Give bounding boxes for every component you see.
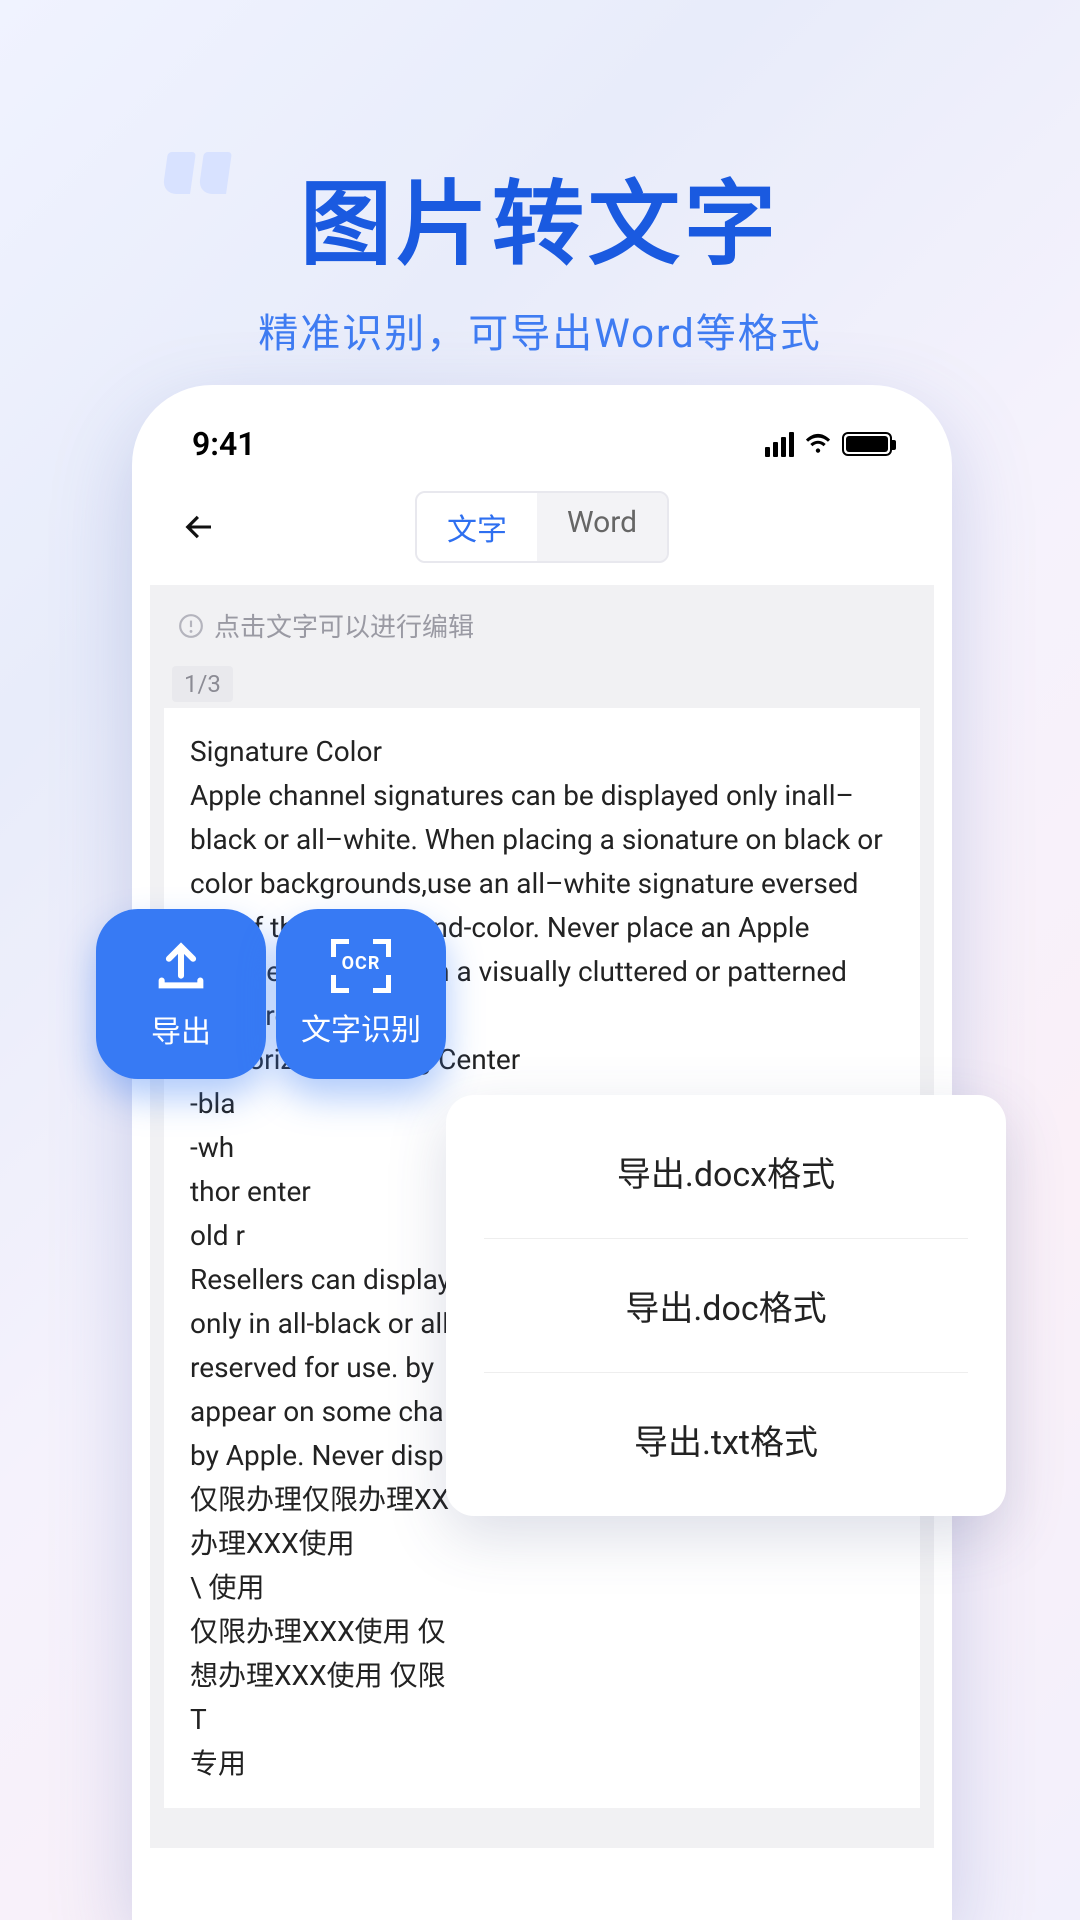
ocr-button[interactable]: OCR 文字识别 — [276, 909, 446, 1079]
export-option-docx[interactable]: 导出.docx格式 — [484, 1105, 968, 1239]
segmented-control: 文字 Word — [415, 491, 669, 563]
ocr-button-label: 文字识别 — [301, 1005, 421, 1049]
export-option-txt[interactable]: 导出.txt格式 — [484, 1373, 968, 1506]
wifi-icon — [804, 433, 832, 455]
export-button[interactable]: 导出 — [96, 909, 266, 1079]
page-indicator: 1/3 — [172, 666, 233, 702]
export-option-doc[interactable]: 导出.doc格式 — [484, 1239, 968, 1373]
arrow-left-icon — [181, 509, 217, 545]
hero-title: 图片转文字 — [0, 150, 1080, 283]
hero-subtitle: 精准识别，可导出Word等格式 — [0, 301, 1080, 359]
battery-icon — [842, 432, 892, 456]
ocr-scan-icon: OCR — [331, 939, 391, 993]
info-icon — [178, 613, 204, 639]
status-bar: 9:41 — [150, 403, 934, 471]
nav-bar: 文字 Word — [150, 471, 934, 585]
status-time: 9:41 — [192, 425, 256, 463]
upload-icon — [152, 937, 210, 995]
edit-hint-row: 点击文字可以进行编辑 — [150, 585, 934, 666]
quote-mark-icon — [165, 152, 229, 194]
tab-text[interactable]: 文字 — [417, 493, 537, 561]
tab-word[interactable]: Word — [537, 493, 667, 561]
export-options-sheet: 导出.docx格式 导出.doc格式 导出.txt格式 — [446, 1095, 1006, 1516]
status-right — [765, 432, 892, 457]
edit-hint-text: 点击文字可以进行编辑 — [214, 607, 474, 644]
signal-icon — [765, 432, 794, 457]
hero-section: 图片转文字 精准识别，可导出Word等格式 — [0, 0, 1080, 359]
back-button[interactable] — [178, 506, 220, 548]
export-button-label: 导出 — [151, 1007, 211, 1051]
